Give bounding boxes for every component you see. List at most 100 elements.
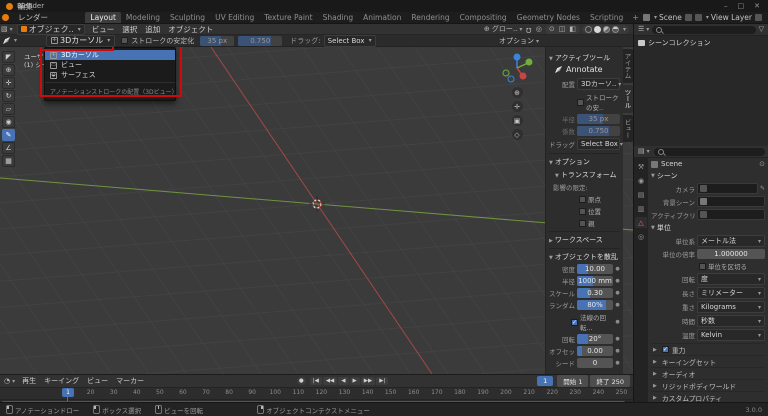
jump-to-end-button[interactable]: ▶| xyxy=(376,377,389,385)
workspace-tab[interactable]: Animation xyxy=(358,12,406,23)
scatter-rotate-normal-checkbox[interactable] xyxy=(571,318,578,326)
orientation-gizmo[interactable] xyxy=(499,50,535,84)
transform-subsection-header[interactable]: ▼ トランスフォーム xyxy=(555,170,620,180)
active-clip-field[interactable] xyxy=(697,209,765,220)
play-reverse-button[interactable]: ◀ xyxy=(338,377,349,385)
menu-item-3d-cursor[interactable]: ✛ 3Dカーソル xyxy=(45,50,175,60)
menu-item[interactable]: レンダー xyxy=(13,13,53,22)
scene-selector[interactable]: ▾ Scene xyxy=(643,13,682,22)
workspace-tab[interactable]: Shading xyxy=(318,12,358,23)
properties-editor-icon[interactable]: ▤ ▾ xyxy=(637,147,651,156)
scatter-section-header[interactable]: ▼ オブジェクトを散乱 xyxy=(549,248,620,262)
animate-dot[interactable]: ● xyxy=(615,348,620,354)
view-layer-selector[interactable]: ▾ View Layer xyxy=(694,13,752,22)
play-button[interactable]: ▶ xyxy=(349,377,360,385)
cursor-tool-button[interactable]: ⊕ xyxy=(2,64,15,76)
sidebar-radius-slider[interactable]: 35 px xyxy=(577,114,620,124)
scale-tool-button[interactable]: ▱ xyxy=(2,103,15,115)
next-keyframe-button[interactable]: ▶▶ xyxy=(360,377,376,385)
affect-checkbox[interactable] xyxy=(579,195,586,203)
frame-start-field[interactable]: 開始 1 xyxy=(557,375,589,387)
workspace-tab[interactable]: Layout xyxy=(85,12,121,23)
tab-scene-properties[interactable]: △ xyxy=(635,217,647,228)
overlays-toggle-icon[interactable]: ◫ xyxy=(558,25,567,34)
tab-view-layer-properties[interactable]: ▥ xyxy=(635,203,647,214)
rigid-body-world-section-header[interactable]: ▶ リジッドボディワールド xyxy=(651,379,765,391)
zoom-view-icon[interactable]: ⊕ xyxy=(511,87,523,98)
stabilize-checkbox[interactable] xyxy=(121,37,129,44)
record-button[interactable]: ● xyxy=(296,377,306,385)
outliner-editor-icon[interactable]: ☰ ▾ xyxy=(637,25,650,34)
stabilize-factor-slider[interactable]: 0.750 xyxy=(238,35,283,46)
scatter-radius-slider[interactable]: 1000 mm xyxy=(577,276,613,286)
timeline-editor-icon[interactable]: ◔ ▾ xyxy=(3,377,16,386)
gravity-checkbox[interactable] xyxy=(661,346,669,353)
rotate-tool-button[interactable]: ↻ xyxy=(2,90,15,102)
menu-item-surface[interactable]: ◒ サーフェス xyxy=(45,70,175,80)
maximize-button[interactable]: □ xyxy=(738,2,745,10)
sidebar-drag-dropdown[interactable]: Select Box ▾ xyxy=(577,138,623,150)
timeline-menu-item[interactable]: ビュー xyxy=(83,377,112,385)
background-scene-field[interactable] xyxy=(697,196,765,207)
scatter-density-slider[interactable]: 10.00 xyxy=(577,264,613,274)
mass-unit-dropdown[interactable]: Kilograms ▾ xyxy=(697,301,765,313)
shading-rendered-icon[interactable] xyxy=(611,25,619,33)
animate-dot[interactable]: ● xyxy=(615,336,620,342)
animate-dot[interactable]: ● xyxy=(615,290,620,296)
select-box-tool-button[interactable]: ◤ xyxy=(2,51,15,63)
viewport-menu-item[interactable]: 追加 xyxy=(141,25,164,34)
xray-toggle-icon[interactable]: ◧ xyxy=(568,25,577,34)
measure-tool-button[interactable]: ∠ xyxy=(2,142,15,154)
temperature-unit-dropdown[interactable]: Kelvin ▾ xyxy=(697,329,765,341)
shading-material-icon[interactable] xyxy=(602,25,610,33)
move-view-icon[interactable]: ✛ xyxy=(511,101,523,112)
sidebar-placement-dropdown[interactable]: 3Dカーソ.. ▾ xyxy=(577,78,621,90)
proportional-edit-icon[interactable]: ◎ xyxy=(535,25,543,34)
gizmo-toggle-icon[interactable]: ⊙ xyxy=(548,25,556,34)
tab-world-properties[interactable]: ◎ xyxy=(635,231,647,242)
animate-dot[interactable]: ● xyxy=(615,302,620,308)
stabilize-radius-slider[interactable]: 35 px xyxy=(200,35,235,46)
tab-output-properties[interactable]: ▤ xyxy=(635,189,647,200)
camera-view-icon[interactable]: ▣ xyxy=(511,115,523,126)
active-tool-icon-dropdown[interactable]: ▾ xyxy=(0,37,20,44)
pin-icon[interactable]: ⊙ xyxy=(759,160,765,168)
annotate-tool-button[interactable]: ✎ xyxy=(2,129,15,141)
workspace-tab[interactable]: Scripting xyxy=(585,12,628,23)
tab-render-properties[interactable]: ◉ xyxy=(635,175,647,186)
move-tool-button[interactable]: ✛ xyxy=(2,77,15,89)
length-unit-dropdown[interactable]: ミリメーター ▾ xyxy=(697,287,765,299)
animate-dot[interactable]: ● xyxy=(615,319,620,325)
snap-magnet-icon[interactable]: Ω xyxy=(525,25,532,34)
timeline-menu-item[interactable]: キーイング xyxy=(40,377,83,385)
scatter-scale-slider[interactable]: 0.30 xyxy=(577,288,613,298)
scatter-seed-field[interactable]: 0 xyxy=(577,358,613,368)
workspace-tab[interactable]: Rendering xyxy=(406,12,454,23)
workspace-tab[interactable]: Compositing xyxy=(455,12,512,23)
options-section-header[interactable]: ▼ オプション xyxy=(549,153,620,167)
properties-search-input[interactable] xyxy=(653,147,765,156)
perspective-toggle-icon[interactable]: ◇ xyxy=(511,129,523,140)
current-frame-field[interactable]: 1 xyxy=(537,376,554,386)
sidebar-tab[interactable]: ビュー xyxy=(623,114,633,142)
scene-section-header[interactable]: ▼ シーン xyxy=(651,171,765,181)
keying-sets-section-header[interactable]: ▶ キーイングセット xyxy=(651,355,765,367)
drag-mode-dropdown[interactable]: Select Box ▾ xyxy=(323,34,376,47)
timeline-menu-item[interactable]: マーカー xyxy=(112,377,148,385)
animate-dot[interactable]: ● xyxy=(615,278,620,284)
affect-checkbox[interactable] xyxy=(579,207,586,215)
sidebar-stabilize-checkbox[interactable] xyxy=(577,98,584,106)
new-view-layer-icon[interactable] xyxy=(755,14,762,21)
workspace-tab[interactable]: Sculpting xyxy=(165,12,210,23)
prev-keyframe-button[interactable]: ◀◀ xyxy=(322,377,338,385)
blender-menu-icon[interactable] xyxy=(2,14,9,21)
separate-units-checkbox[interactable] xyxy=(699,262,706,270)
timeline-ruler[interactable]: 1 10203040506070809010011012013014015016… xyxy=(0,388,633,401)
orientation-dropdown[interactable]: ⊕ グロー.. ▾ xyxy=(483,25,524,34)
timeline-menu-item[interactable]: 再生 xyxy=(18,377,40,385)
new-scene-icon[interactable] xyxy=(684,14,692,21)
workspace-section-header[interactable]: ▶ ワークスペース xyxy=(549,231,620,245)
custom-properties-section-header[interactable]: ▶ カスタムプロパティ xyxy=(651,391,765,402)
outliner-filter-icon[interactable]: ▽ xyxy=(758,25,765,34)
workspace-tab[interactable]: Texture Paint xyxy=(259,12,317,23)
